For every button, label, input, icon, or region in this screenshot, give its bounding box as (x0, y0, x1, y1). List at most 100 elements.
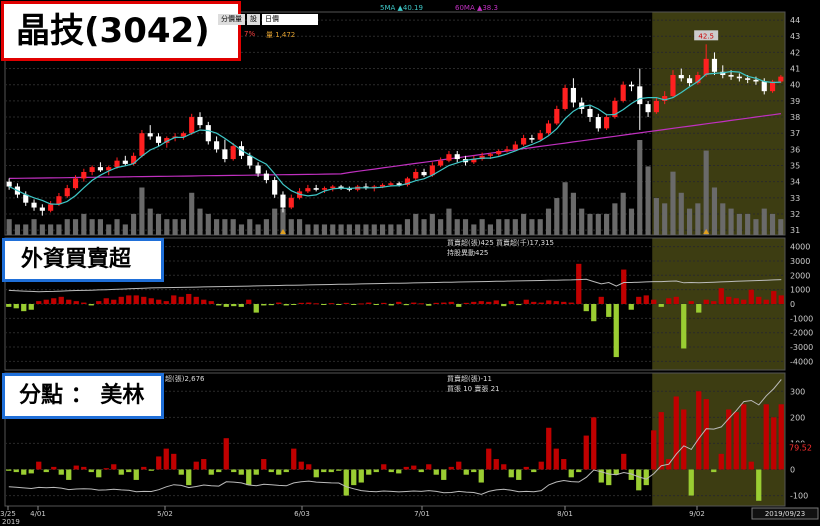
broker-bar (208, 469, 214, 475)
foreign-bar (711, 301, 717, 304)
broker-bar (756, 469, 762, 501)
broker-bar (576, 469, 582, 473)
volume-bar (745, 213, 751, 235)
broker-bar (336, 469, 342, 471)
foreign-bar (253, 304, 259, 313)
price-tick-label: 39 (790, 97, 800, 106)
broker-bar (441, 469, 447, 480)
volume-bar (197, 208, 203, 235)
foreign-bar (756, 296, 762, 304)
candle-body (81, 171, 87, 179)
foreign-bar (778, 295, 784, 304)
volume-bar (81, 213, 87, 235)
volume-bar (496, 219, 502, 235)
volume-bar (164, 219, 170, 235)
volume-bar (371, 224, 377, 235)
volume-bar (612, 203, 618, 235)
broker-bar (283, 469, 289, 473)
volume-bar (413, 213, 419, 235)
broker-bar (748, 461, 754, 470)
volume-bar (579, 208, 585, 235)
price-tick-label: 37 (790, 129, 800, 138)
foreign-tick-label: -1000 (790, 314, 813, 323)
volume-bar (521, 213, 527, 235)
volume-bar (404, 219, 411, 235)
foreign-bar (96, 301, 102, 304)
broker-bar (568, 469, 574, 478)
foreign-bar (313, 303, 319, 305)
candle-body (114, 160, 120, 168)
broker-bar (546, 427, 552, 470)
foreign-bar (178, 296, 184, 304)
date-label: 5/02 (157, 510, 173, 518)
foreign-bar (411, 302, 417, 304)
candle-body (512, 144, 518, 150)
volume-bar (753, 219, 759, 235)
foreign-bar (538, 302, 544, 304)
broker-bar (523, 466, 529, 470)
candle-body (379, 184, 386, 187)
volume-bar (670, 171, 676, 235)
foreign-bar (126, 295, 132, 304)
volume-bar (114, 219, 120, 235)
foreign-bar (456, 304, 462, 307)
broker-bar (51, 466, 57, 470)
foreign-bar (163, 301, 169, 304)
foreign-bar (591, 304, 597, 322)
broker-bar (688, 469, 694, 496)
broker-bar (733, 412, 739, 470)
volume-bar (462, 219, 469, 235)
foreign-bar (36, 301, 42, 304)
broker-bar (186, 469, 192, 486)
volume-bar (421, 219, 427, 235)
broker-bar (486, 448, 492, 470)
foreign-bar (148, 298, 154, 304)
foreign-bar (88, 304, 94, 306)
foreign-bar (718, 288, 724, 304)
candle-body (487, 154, 493, 156)
foreign-bar (546, 300, 552, 304)
broker-bar (403, 466, 409, 470)
volume-bar (89, 219, 95, 235)
candle-body (678, 75, 684, 79)
foreign-bar (171, 295, 177, 304)
candle-body (653, 100, 659, 113)
broker-bar (328, 469, 334, 473)
volume-bar (487, 224, 493, 235)
date-label: 8/01 (557, 510, 573, 518)
candle-body (255, 165, 261, 174)
period-select[interactable]: 日價 (262, 14, 318, 25)
volume-bar (554, 198, 560, 235)
price-volume-button[interactable]: 分價量 (218, 14, 245, 25)
candle-body (496, 150, 502, 155)
date-label: 9/02 (689, 510, 705, 518)
foreign-bar (681, 304, 687, 349)
foreign-bar (373, 304, 379, 305)
candle-body (587, 108, 593, 118)
volume-bar (479, 219, 485, 235)
volume-bar (48, 224, 54, 235)
foreign-bar (268, 304, 274, 306)
volume-bar (537, 219, 543, 235)
foreign-bar (628, 304, 634, 310)
candle-body (670, 75, 676, 97)
foreign-bar (643, 295, 649, 304)
foreign-bar (358, 303, 364, 305)
candle-body (778, 76, 784, 82)
volume-bar (595, 213, 601, 235)
broker-bar (426, 464, 432, 470)
foreign-bar (261, 304, 267, 306)
broker-bar (358, 469, 364, 483)
broker-bar (216, 469, 222, 473)
foreign-info-line2: 持股異動425 (447, 249, 489, 257)
chart-toolbar: 分價量 設 日價 (218, 14, 318, 25)
settings-button[interactable]: 設 (247, 14, 260, 25)
broker-tick-label: 0 (790, 465, 795, 474)
broker-bar (276, 469, 282, 475)
broker-bar (28, 469, 34, 474)
foreign-bar (306, 302, 312, 304)
candle-body (214, 141, 220, 150)
foreign-bar (606, 304, 612, 317)
candle-body (280, 194, 286, 208)
volume-bar (562, 182, 568, 235)
